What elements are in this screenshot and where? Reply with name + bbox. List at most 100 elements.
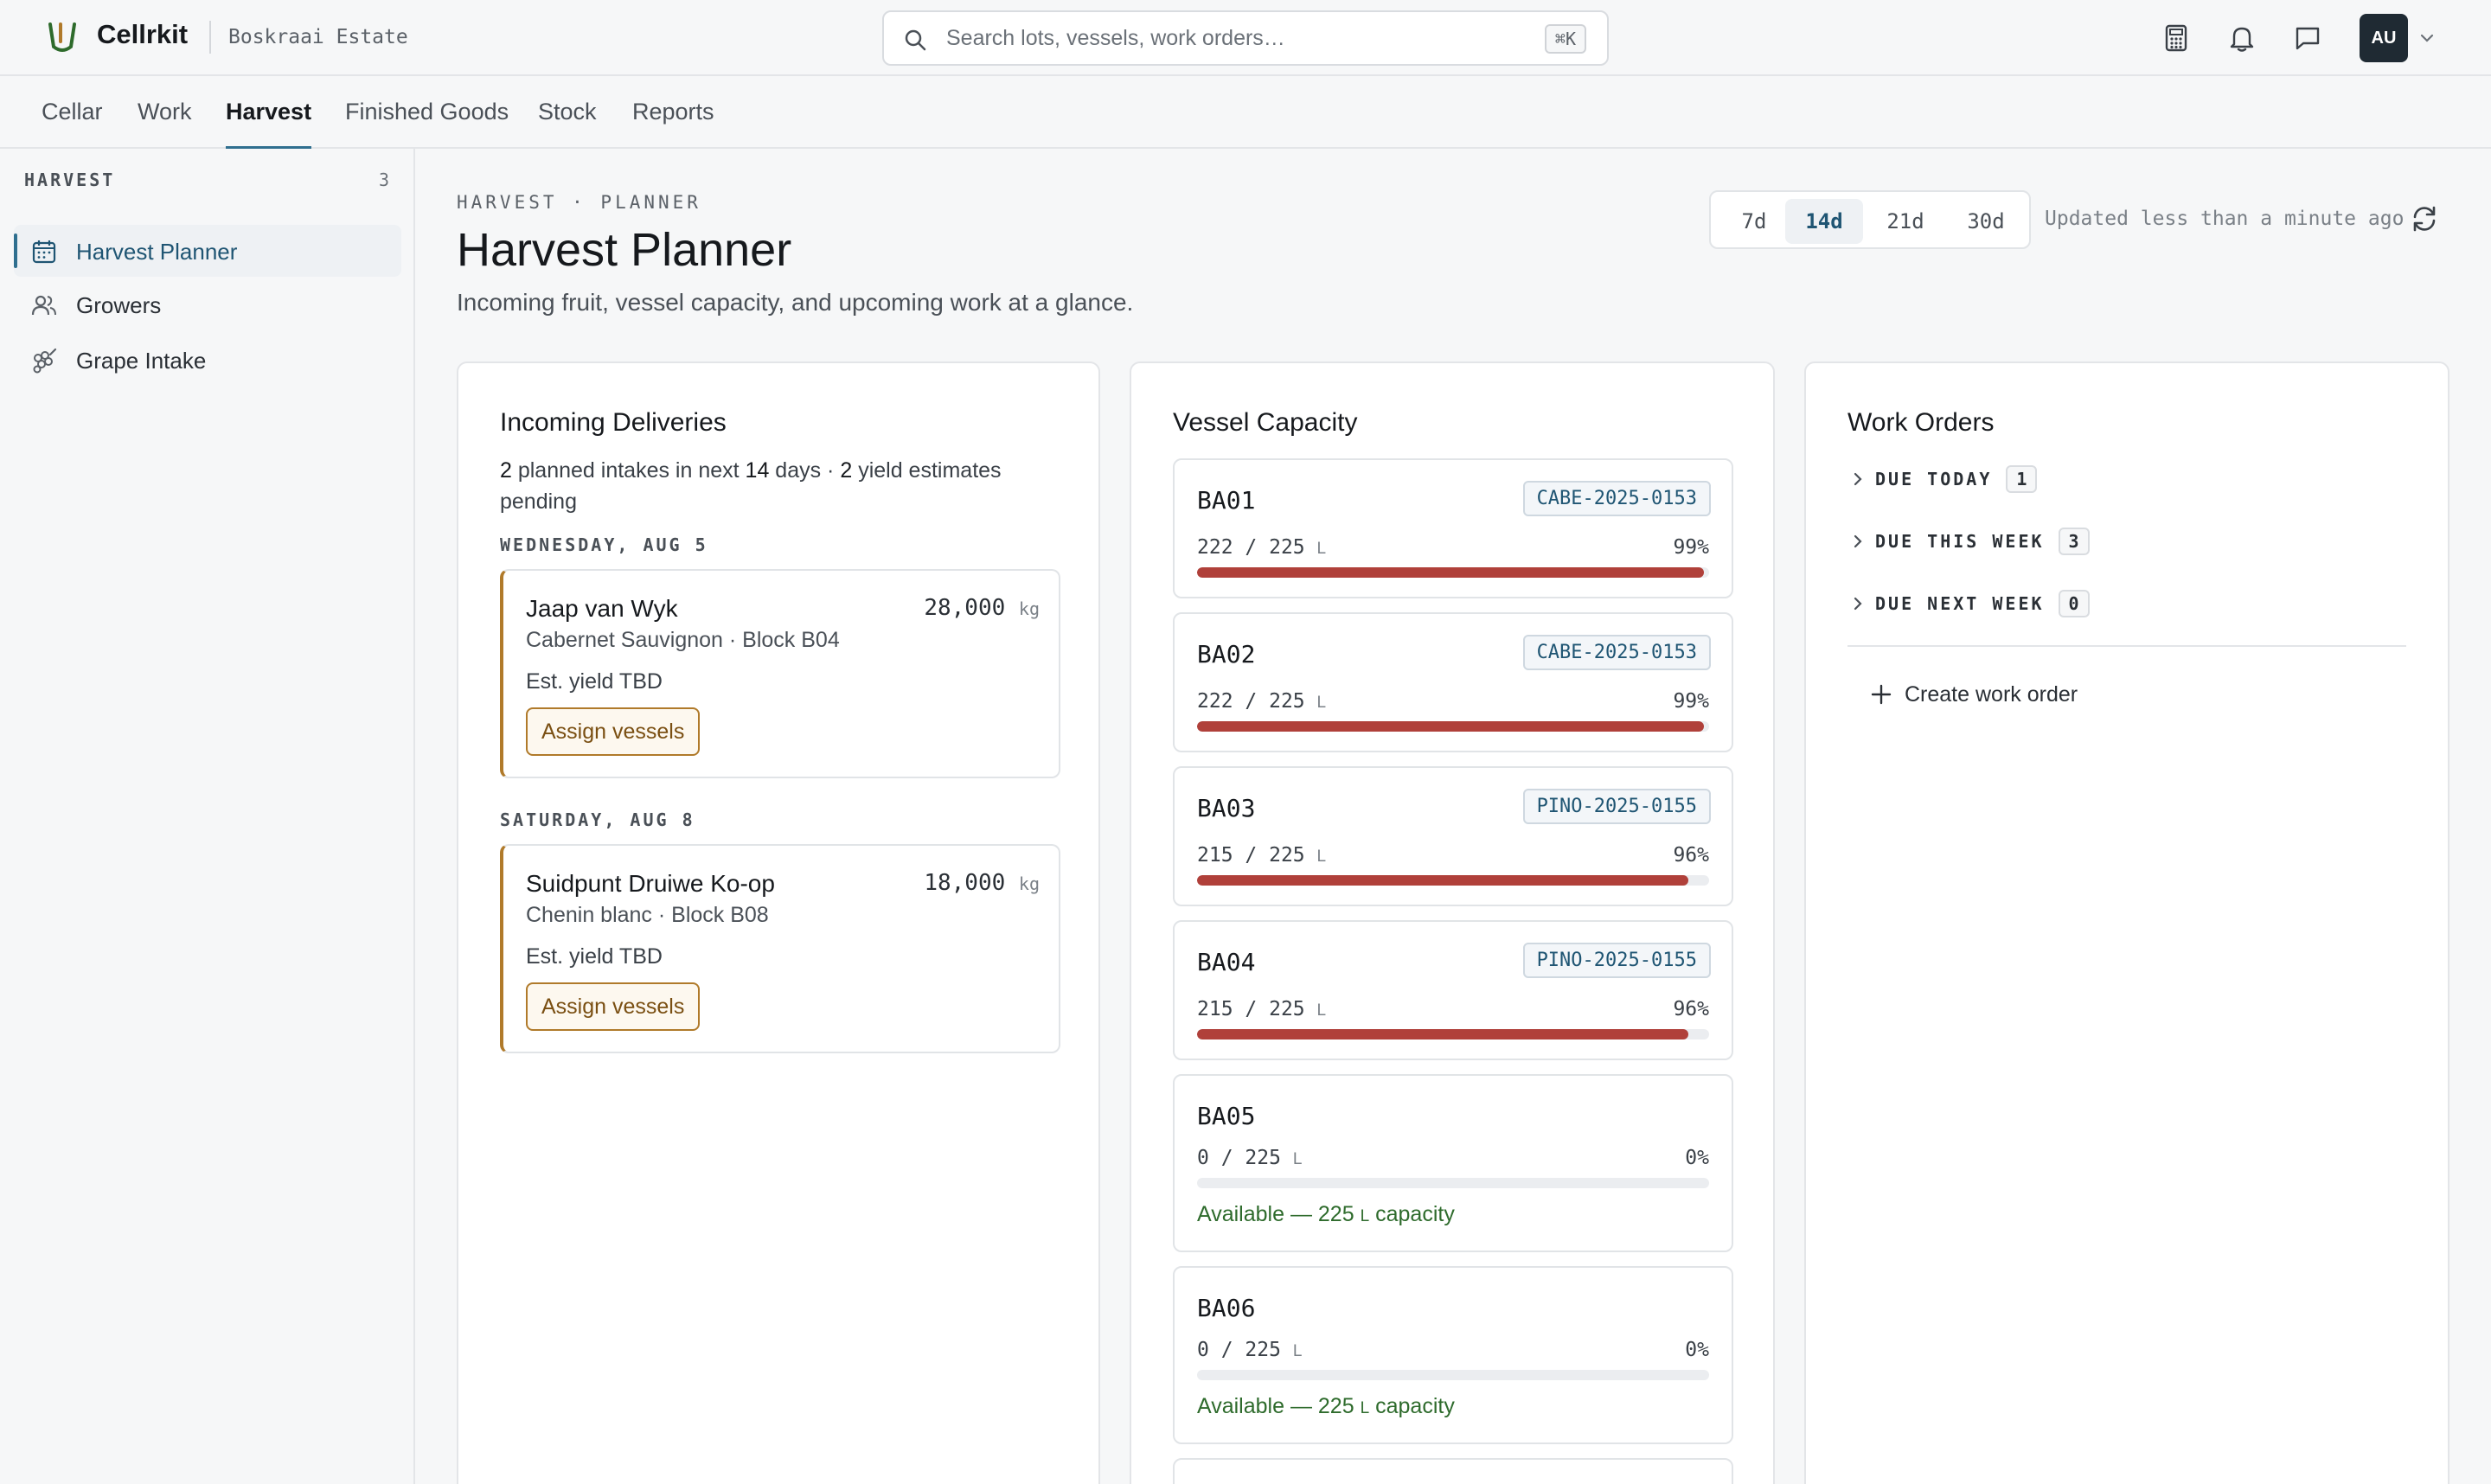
card-title: Incoming Deliveries xyxy=(500,408,727,437)
vessel-fill-bar-value xyxy=(1197,875,1689,886)
grower-name: Jaap van Wyk xyxy=(526,595,678,622)
vessel-name: BA03 xyxy=(1197,794,1256,822)
cellrkit-logo-icon[interactable] xyxy=(45,21,80,55)
vessel-lot-badge[interactable]: CABE-2025-0153 xyxy=(1522,635,1711,670)
vessel-fill-bar xyxy=(1197,721,1709,732)
vessel-fill-bar-value xyxy=(1197,1029,1689,1039)
chevron-down-icon[interactable] xyxy=(2418,29,2436,47)
refresh-icon[interactable] xyxy=(2410,204,2439,233)
work-order-count-badge: 1 xyxy=(2006,465,2038,493)
create-work-order-button[interactable]: Create work order xyxy=(1870,675,2078,714)
range-7d-button[interactable]: 7d xyxy=(1719,199,1789,244)
sidebar-item-label: Harvest Planner xyxy=(76,239,238,265)
sidebar-item-growers[interactable]: Growers xyxy=(14,278,401,330)
search-shortcut-badge: ⌘K xyxy=(1544,24,1586,54)
calculator-icon xyxy=(2165,24,2187,52)
vessel-fill-level: 0 / 225 L xyxy=(1197,1339,1303,1361)
vessel-fill-level: 215 / 225 L xyxy=(1197,844,1327,867)
vessel-fill-percent: 0% xyxy=(1685,1339,1709,1361)
tab-cellar[interactable]: Cellar xyxy=(42,99,103,149)
vessel-card[interactable]: BA06 0 / 225 L 0% Available — 225 L capacit… xyxy=(1173,1266,1733,1444)
range-21d-button[interactable]: 21d xyxy=(1867,199,1944,244)
sidebar-heading: HARVEST xyxy=(24,170,116,190)
breadcrumb: HARVEST · PLANNER xyxy=(457,192,701,213)
last-updated-text: Updated less than a minute ago xyxy=(2045,208,2405,230)
vessel-fill-percent: 0% xyxy=(1685,1147,1709,1169)
brand-divider xyxy=(209,21,211,54)
vessel-name: BA05 xyxy=(1197,1102,1256,1130)
user-avatar[interactable]: AU xyxy=(2360,14,2408,62)
plus-icon xyxy=(1871,684,1892,705)
vessel-fill-bar xyxy=(1197,1370,1709,1380)
divider xyxy=(1847,645,2406,647)
search-bar[interactable]: ⌘K xyxy=(882,10,1609,66)
work-order-group-label: DUE THIS WEEK xyxy=(1875,531,2045,552)
vessel-card[interactable]: BA04 PINO-2025-0155 215 / 225 L 96% xyxy=(1173,920,1733,1060)
tab-stock[interactable]: Stock xyxy=(538,99,597,149)
work-order-group-due-today[interactable]: DUE TODAY 1 xyxy=(1849,464,2038,495)
range-14d-button[interactable]: 14d xyxy=(1785,199,1863,244)
assign-vessels-button[interactable]: Assign vessels xyxy=(526,707,701,756)
calendar-icon xyxy=(32,240,56,264)
users-icon xyxy=(31,295,56,316)
tab-work[interactable]: Work xyxy=(138,99,192,149)
vessel-fill-level: 0 / 225 L xyxy=(1197,1147,1303,1169)
sidebar: HARVEST 3 Harvest Planner Growers Grape … xyxy=(0,149,415,1484)
yield-estimate: Est. yield TBD xyxy=(526,669,663,694)
date-range-selector: 7d 14d 21d 30d xyxy=(1709,190,2031,249)
tab-reports[interactable]: Reports xyxy=(632,99,714,149)
work-orders-card: Work Orders DUE TODAY 1 DUE THIS WEEK 3 … xyxy=(1804,361,2449,1484)
card-title: Vessel Capacity xyxy=(1173,408,1358,437)
vessel-fill-percent: 99% xyxy=(1673,690,1709,713)
delivery-day-heading: SATURDAY, AUG 8 xyxy=(500,809,695,830)
sidebar-item-grape-intake[interactable]: Grape Intake xyxy=(14,334,401,386)
delivery-weight: 28,000 kg xyxy=(924,595,1040,621)
variety-block: Cabernet Sauvignon · Block B04 xyxy=(526,628,840,652)
app-name[interactable]: Cellrkit xyxy=(97,19,188,50)
sidebar-item-label: Growers xyxy=(76,292,162,318)
vessel-capacity-card: Vessel Capacity BA01 CABE-2025-0153 222 / … xyxy=(1130,361,1775,1484)
delivery-card[interactable]: Jaap van Wyk 28,000 kg Cabernet Sauvigno… xyxy=(500,569,1060,778)
calculator-button[interactable] xyxy=(2157,19,2195,57)
vessel-card[interactable]: BA01 CABE-2025-0153 222 / 225 L 99% xyxy=(1173,458,1733,598)
work-order-group-due-next-week[interactable]: DUE NEXT WEEK 0 xyxy=(1849,588,2090,619)
vessel-fill-percent: 96% xyxy=(1673,844,1709,867)
deliveries-summary: 2 planned intakes in next 14 days · 2 yi… xyxy=(500,458,1002,514)
range-30d-button[interactable]: 30d xyxy=(1948,199,2024,244)
work-order-count-badge: 3 xyxy=(2058,528,2090,555)
notifications-button[interactable] xyxy=(2223,19,2261,57)
vessel-fill-percent: 99% xyxy=(1673,536,1709,559)
page-title: Harvest Planner xyxy=(457,224,792,276)
messages-button[interactable] xyxy=(2289,19,2327,57)
vessel-name: BA01 xyxy=(1197,486,1256,515)
delivery-card[interactable]: Suidpunt Druiwe Ko-op 18,000 kg Chenin b… xyxy=(500,844,1060,1053)
vessel-fill-bar xyxy=(1197,567,1709,578)
search-icon xyxy=(905,29,926,51)
chat-icon xyxy=(2296,27,2320,50)
tab-harvest[interactable]: Harvest xyxy=(226,99,312,149)
grapes-icon xyxy=(33,348,57,374)
tab-finished-goods[interactable]: Finished Goods xyxy=(345,99,509,149)
search-input[interactable] xyxy=(946,21,1534,55)
vessel-lot-badge[interactable]: PINO-2025-0155 xyxy=(1522,943,1711,978)
work-order-group-label: DUE NEXT WEEK xyxy=(1875,593,2045,614)
sidebar-item-harvest-planner[interactable]: Harvest Planner xyxy=(14,225,401,277)
vessel-fill-bar xyxy=(1197,1178,1709,1188)
delivery-weight: 18,000 kg xyxy=(924,870,1040,896)
vessel-lot-badge[interactable]: CABE-2025-0153 xyxy=(1522,481,1711,516)
vessel-lot-badge[interactable]: PINO-2025-0155 xyxy=(1522,789,1711,824)
work-order-group-due-this-week[interactable]: DUE THIS WEEK 3 xyxy=(1849,526,2090,557)
card-title: Work Orders xyxy=(1847,408,1995,437)
variety-block: Chenin blanc · Block B08 xyxy=(526,903,769,927)
vessel-card[interactable]: BA05 0 / 225 L 0% Available — 225 L capacit… xyxy=(1173,1074,1733,1252)
assign-vessels-button[interactable]: Assign vessels xyxy=(526,982,701,1031)
estate-name: Boskraai Estate xyxy=(228,26,408,48)
vessel-card[interactable]: BA02 CABE-2025-0153 222 / 225 L 99% xyxy=(1173,612,1733,752)
vessel-card[interactable]: BA03 PINO-2025-0155 215 / 225 L 96% xyxy=(1173,766,1733,906)
vessel-fill-level: 215 / 225 L xyxy=(1197,998,1327,1020)
vessel-fill-percent: 96% xyxy=(1673,998,1709,1020)
vessel-name: BA06 xyxy=(1197,1294,1256,1322)
sidebar-item-label: Grape Intake xyxy=(76,348,207,374)
top-bar: Cellrkit Boskraai Estate ⌘K AU xyxy=(0,0,2491,76)
vessel-card[interactable] xyxy=(1173,1458,1733,1484)
